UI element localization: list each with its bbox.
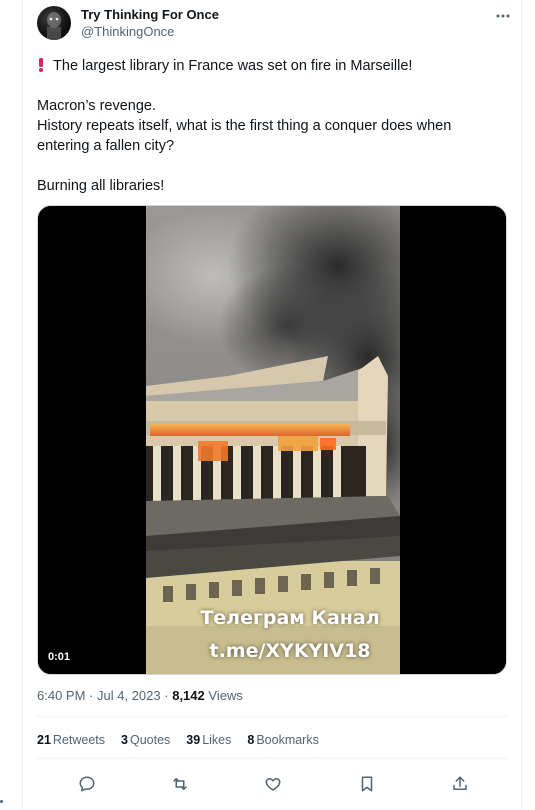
tweet-line-1: The largest library in France was set on… (37, 56, 507, 76)
avatar[interactable] (37, 6, 71, 40)
views-count: 8,142 (172, 688, 205, 703)
bookmarks-label: Bookmarks (256, 733, 319, 747)
likes-stat[interactable]: 39 Likes (186, 733, 231, 747)
retweets-label: Retweets (52, 733, 106, 747)
likes-label: Likes (202, 733, 232, 747)
meta-separator-2: · (164, 688, 169, 703)
tweet-stats: 21 Retweets 3 Quotes 39 Likes 8 Bookmarks (37, 733, 319, 747)
tweet-text: The largest library in France was set on… (37, 56, 507, 196)
likes-count: 39 (186, 733, 201, 747)
tweet-line-2: Macron’s revenge. (37, 98, 157, 114)
tweet-actions (37, 772, 507, 796)
author-handle[interactable]: @ThinkingOnce (81, 24, 174, 39)
exclamation-icon (37, 58, 49, 74)
quotes-stat[interactable]: 3 Quotes (121, 733, 170, 747)
tweet-line-4: entering a fallen city? (37, 138, 175, 154)
tweet-header: Try Thinking For Once @ThinkingOnce (37, 6, 513, 42)
divider-bottom (37, 758, 507, 759)
bookmarks-count: 8 (247, 733, 255, 747)
like-icon[interactable] (261, 772, 285, 796)
views-label: Views (208, 688, 243, 703)
reply-icon[interactable] (75, 772, 99, 796)
video-timecode: 0:01 (48, 651, 71, 663)
tweet-line-1-text: The largest library in France was set on… (53, 58, 413, 74)
share-icon[interactable] (448, 772, 472, 796)
quotes-label: Quotes (129, 733, 171, 747)
tweet-meta: 6:40 PM · Jul 4, 2023 · 8,142 Views (37, 688, 243, 703)
edge-dot (0, 800, 3, 803)
video-watermark-line-2: t.me/XYKYIV18 (209, 640, 371, 662)
retweet-icon[interactable] (168, 772, 192, 796)
tweet-time[interactable]: 6:40 PM (37, 688, 85, 703)
tweet-date[interactable]: Jul 4, 2023 (97, 688, 161, 703)
author-name[interactable]: Try Thinking For Once (81, 7, 219, 22)
retweets-stat[interactable]: 21 Retweets (37, 733, 105, 747)
tweet-line-5: Burning all libraries! (37, 178, 165, 194)
video-frame (38, 206, 506, 674)
more-options-icon[interactable] (493, 8, 513, 24)
bookmarks-stat[interactable]: 8 Bookmarks (247, 733, 318, 747)
tweet-line-3: History repeats itself, what is the firs… (37, 118, 452, 134)
divider-top (37, 716, 507, 717)
tweet-card: Try Thinking For Once @ThinkingOnce The … (22, 0, 522, 810)
video-watermark-line-1: Телеграм Канал (200, 607, 380, 629)
bookmark-icon[interactable] (355, 772, 379, 796)
meta-separator: · (89, 688, 94, 703)
video-player[interactable]: Телеграм Канал t.me/XYKYIV18 0:01 (37, 205, 507, 675)
quotes-count: 3 (121, 733, 128, 747)
retweets-count: 21 (37, 733, 51, 747)
